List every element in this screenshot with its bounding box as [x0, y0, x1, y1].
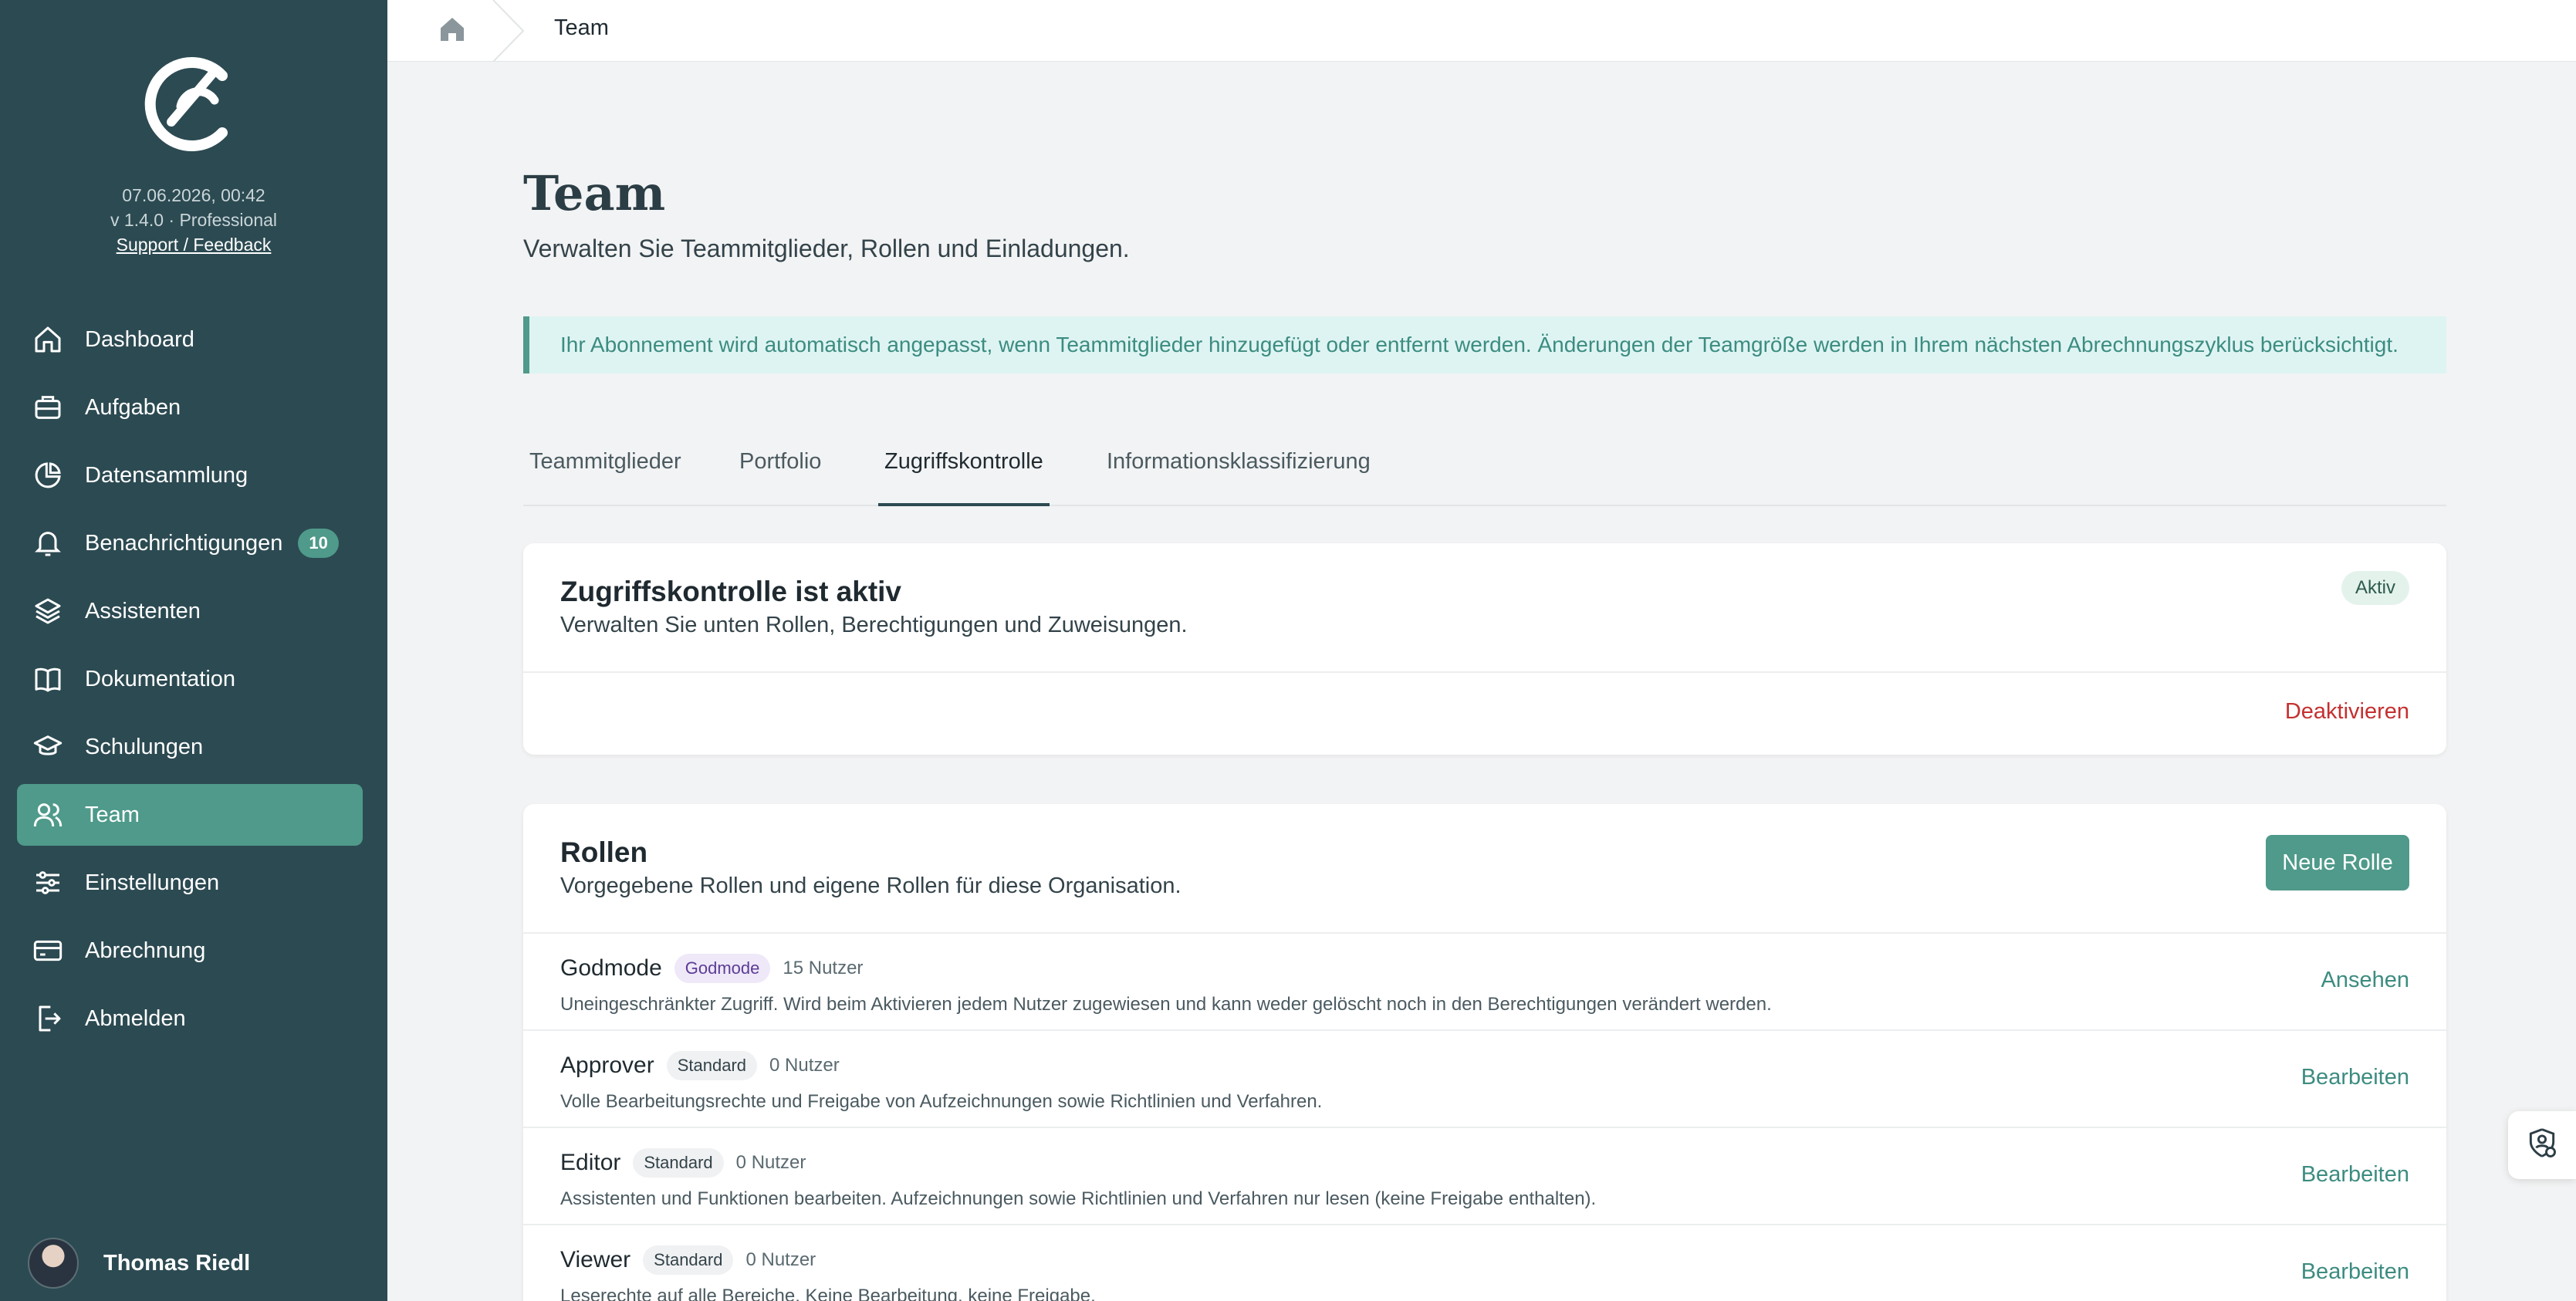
- pie-chart-icon: [31, 458, 65, 492]
- sidebar-item-label: Schulungen: [85, 734, 204, 759]
- credit-card-icon: [31, 934, 65, 968]
- avatar: [28, 1238, 79, 1289]
- sidebar-item-aufgaben[interactable]: Aufgaben: [17, 377, 363, 438]
- sidebar-item-einstellungen[interactable]: Einstellungen: [17, 852, 363, 914]
- edit-role-button[interactable]: Bearbeiten: [2301, 1259, 2409, 1285]
- briefcase-icon: [31, 390, 65, 424]
- sidebar-item-schulungen[interactable]: Schulungen: [17, 716, 363, 778]
- sidebar-item-label: Abmelden: [85, 1005, 186, 1031]
- sidebar-item-abmelden[interactable]: Abmelden: [17, 988, 363, 1049]
- deactivate-button[interactable]: Deaktivieren: [2285, 699, 2409, 725]
- role-description: Uneingeschränkter Zugriff. Wird beim Akt…: [560, 994, 1772, 1015]
- page-title: Team: [523, 165, 666, 221]
- sidebar: 07.06.2026, 00:42 v 1.4.0 · Professional…: [0, 0, 387, 1301]
- role-user-count: 0 Nutzer: [769, 1055, 840, 1076]
- access-control-description: Verwalten Sie unten Rollen, Berechtigung…: [560, 613, 1188, 637]
- sidebar-item-abrechnung[interactable]: Abrechnung: [17, 920, 363, 982]
- breadcrumb-current[interactable]: Team: [554, 15, 609, 41]
- role-type-badge: Godmode: [674, 954, 771, 983]
- tab-zugriffskontrolle[interactable]: Zugriffskontrolle: [878, 435, 1050, 506]
- access-control-title: Zugriffskontrolle ist aktiv: [560, 576, 902, 607]
- notification-count-badge: 10: [298, 529, 339, 558]
- top-bar: [387, 0, 2576, 62]
- sidebar-item-label: Team: [85, 802, 140, 827]
- access-control-card: Zugriffskontrolle ist aktiv Verwalten Si…: [523, 543, 2446, 755]
- breadcrumb-separator: [492, 0, 525, 62]
- graduation-cap-icon: [31, 730, 65, 764]
- home-icon[interactable]: [437, 14, 468, 45]
- role-name: Editor: [560, 1150, 621, 1175]
- current-datetime: 07.06.2026, 00:42: [122, 185, 265, 205]
- status-badge: Aktiv: [2341, 571, 2409, 605]
- role-description: Volle Bearbeitungsrechte und Freigabe vo…: [560, 1091, 1323, 1112]
- sidebar-item-label: Einstellungen: [85, 870, 220, 895]
- user-profile[interactable]: Thomas Riedl: [28, 1238, 250, 1289]
- role-description: Leserechte auf alle Bereiche. Keine Bear…: [560, 1286, 1096, 1301]
- roles-card: Rollen Vorgegebene Rollen und eigene Rol…: [523, 804, 2446, 1301]
- tab-informationsklassifizierung[interactable]: Informationsklassifizierung: [1100, 435, 1377, 506]
- role-type-badge: Standard: [643, 1245, 734, 1275]
- divider: [523, 671, 2446, 673]
- logout-icon: [31, 1002, 65, 1036]
- user-name: Thomas Riedl: [103, 1250, 251, 1276]
- sidebar-item-label: Datensammlung: [85, 462, 248, 488]
- role-row: Godmode Godmode 15 Nutzer Uneingeschränk…: [523, 932, 2446, 1029]
- users-icon: [31, 798, 65, 832]
- tab-teammitglieder[interactable]: Teammitglieder: [523, 435, 688, 506]
- roles-title: Rollen: [560, 836, 648, 868]
- sidebar-item-benachrichtigungen[interactable]: Benachrichtigungen 10: [17, 512, 363, 574]
- subscription-notice: Ihr Abonnement wird automatisch angepass…: [523, 316, 2446, 373]
- layers-icon: [31, 594, 65, 628]
- role-type-badge: Standard: [633, 1148, 724, 1178]
- view-role-button[interactable]: Ansehen: [2321, 968, 2410, 993]
- floating-help-button[interactable]: [2508, 1111, 2576, 1179]
- home-icon: [31, 323, 65, 357]
- sidebar-item-team[interactable]: Team: [17, 784, 363, 846]
- role-row: Viewer Standard 0 Nutzer Leserechte auf …: [523, 1224, 2446, 1301]
- sidebar-item-label: Benachrichtigungen: [85, 530, 283, 556]
- role-row: Editor Standard 0 Nutzer Assistenten und…: [523, 1127, 2446, 1224]
- book-icon: [31, 662, 65, 696]
- sidebar-item-datensammlung[interactable]: Datensammlung: [17, 444, 363, 506]
- role-description: Assistenten und Funktionen bearbeiten. A…: [560, 1188, 1597, 1209]
- sidebar-item-dokumentation[interactable]: Dokumentation: [17, 648, 363, 710]
- role-name: Viewer: [560, 1247, 631, 1272]
- sidebar-item-label: Abrechnung: [85, 938, 206, 963]
- sidebar-item-dashboard[interactable]: Dashboard: [17, 309, 363, 370]
- role-type-badge: Standard: [666, 1051, 758, 1080]
- role-user-count: 0 Nutzer: [745, 1249, 816, 1270]
- role-name: Approver: [560, 1053, 654, 1078]
- sidebar-item-label: Dashboard: [85, 326, 194, 352]
- new-role-button[interactable]: Neue Rolle: [2266, 835, 2409, 890]
- support-feedback-link[interactable]: Support / Feedback: [0, 235, 387, 255]
- bell-icon: [31, 526, 65, 560]
- sidebar-item-label: Assistenten: [85, 598, 201, 623]
- edit-role-button[interactable]: Bearbeiten: [2301, 1162, 2409, 1188]
- app-version: v 1.4.0 · Professional: [110, 210, 278, 230]
- sliders-icon: [31, 866, 65, 900]
- shield-user-icon: [2525, 1127, 2559, 1164]
- roles-description: Vorgegebene Rollen und eigene Rollen für…: [560, 874, 1182, 898]
- tab-portfolio[interactable]: Portfolio: [733, 435, 827, 506]
- role-user-count: 15 Nutzer: [783, 958, 864, 978]
- edit-role-button[interactable]: Bearbeiten: [2301, 1065, 2409, 1090]
- role-name: Godmode: [560, 955, 662, 981]
- sidebar-item-label: Dokumentation: [85, 666, 236, 691]
- role-user-count: 0 Nutzer: [735, 1152, 806, 1173]
- page-subtitle: Verwalten Sie Teammitglieder, Rollen und…: [523, 235, 1130, 262]
- role-row: Approver Standard 0 Nutzer Volle Bearbei…: [523, 1029, 2446, 1127]
- app-logo: [144, 57, 228, 151]
- sidebar-item-assistenten[interactable]: Assistenten: [17, 580, 363, 642]
- notice-text: Ihr Abonnement wird automatisch angepass…: [560, 333, 2399, 357]
- sidebar-item-label: Aufgaben: [85, 394, 181, 420]
- tab-bar: Teammitglieder Portfolio Zugriffskontrol…: [523, 435, 2446, 506]
